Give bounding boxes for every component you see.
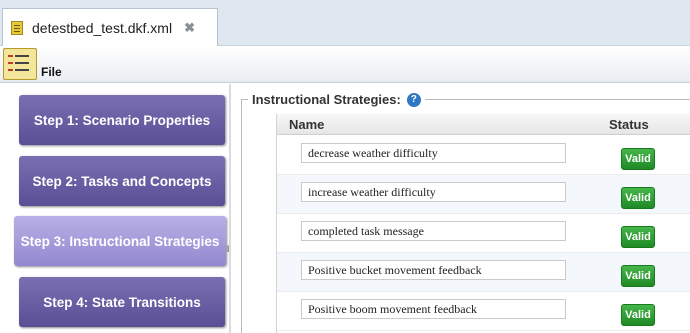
- valid-status-button[interactable]: Valid: [621, 148, 655, 170]
- table-row[interactable]: decrease weather difficulty Valid: [277, 136, 690, 175]
- step-sidebar: Step 1: Scenario Properties Step 2: Task…: [0, 84, 230, 333]
- step-4-button[interactable]: Step 4: State Transitions: [19, 277, 225, 327]
- strategy-name-field[interactable]: increase weather difficulty: [301, 182, 566, 202]
- file-menu[interactable]: File: [41, 65, 62, 79]
- valid-status-button[interactable]: Valid: [621, 304, 655, 326]
- table-header: Name Status: [277, 114, 690, 135]
- help-icon[interactable]: ?: [406, 92, 421, 107]
- file-menu-icon[interactable]: [3, 48, 37, 80]
- column-header-name[interactable]: Name: [289, 117, 324, 132]
- panel-splitter[interactable]: [229, 84, 231, 333]
- strategy-name-field[interactable]: completed task message: [301, 221, 566, 241]
- table-row[interactable]: Positive boom movement feedback Valid: [277, 292, 690, 331]
- step-2-button[interactable]: Step 2: Tasks and Concepts: [19, 156, 225, 206]
- valid-status-button[interactable]: Valid: [621, 265, 655, 287]
- xml-file-icon: [11, 20, 23, 35]
- strategy-name-field[interactable]: decrease weather difficulty: [301, 143, 566, 163]
- valid-status-button[interactable]: Valid: [621, 226, 655, 248]
- step-1-button[interactable]: Step 1: Scenario Properties: [19, 95, 225, 145]
- strategies-title: Instructional Strategies:: [252, 92, 401, 107]
- tab-bar: detestbed_test.dkf.xml ✖: [0, 0, 690, 46]
- tab-title: detestbed_test.dkf.xml: [32, 19, 173, 36]
- table-row[interactable]: completed task message Valid: [277, 214, 690, 253]
- table-row[interactable]: increase weather difficulty Valid: [277, 175, 690, 214]
- strategies-table: Name Status decrease weather difficulty …: [276, 114, 690, 333]
- strategy-name-field[interactable]: Positive boom movement feedback: [301, 299, 566, 319]
- step-3-button[interactable]: Step 3: Instructional Strategies: [14, 216, 226, 266]
- splitter-grip-icon[interactable]: ‖: [226, 244, 230, 254]
- close-icon[interactable]: ✖: [184, 20, 195, 36]
- strategies-legend: Instructional Strategies: ?: [248, 92, 425, 107]
- column-header-status[interactable]: Status: [609, 117, 649, 132]
- valid-status-button[interactable]: Valid: [621, 187, 655, 209]
- table-row[interactable]: Positive bucket movement feedback Valid: [277, 253, 690, 292]
- strategy-name-field[interactable]: Positive bucket movement feedback: [301, 260, 566, 280]
- document-tab[interactable]: detestbed_test.dkf.xml ✖: [2, 8, 218, 46]
- menu-bar: File: [0, 47, 690, 83]
